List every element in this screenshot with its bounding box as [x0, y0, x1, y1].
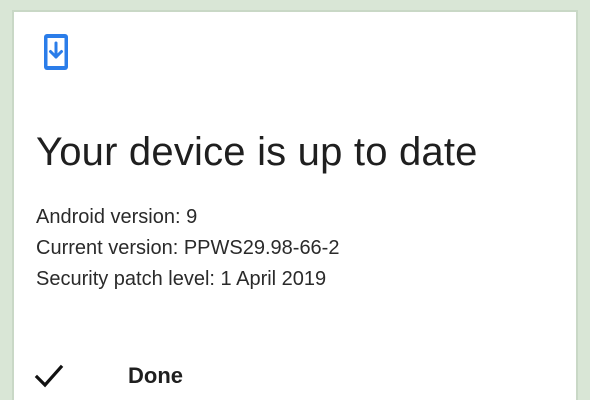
done-label: Done: [128, 363, 183, 388]
done-button[interactable]: Done: [32, 352, 183, 400]
system-update-icon: [40, 32, 72, 72]
security-patch-text: Security patch level: 1 April 2019: [36, 268, 327, 290]
checkmark-icon: [34, 364, 64, 388]
version-info: Android version: 9 Current version: PPWS…: [36, 202, 339, 295]
update-status-panel: Your device is up to date Android versio…: [12, 10, 578, 400]
status-title: Your device is up to date: [36, 130, 478, 174]
current-version-text: Current version: PPWS29.98-66-2: [36, 237, 340, 259]
android-version-text: Android version: 9: [36, 206, 198, 228]
